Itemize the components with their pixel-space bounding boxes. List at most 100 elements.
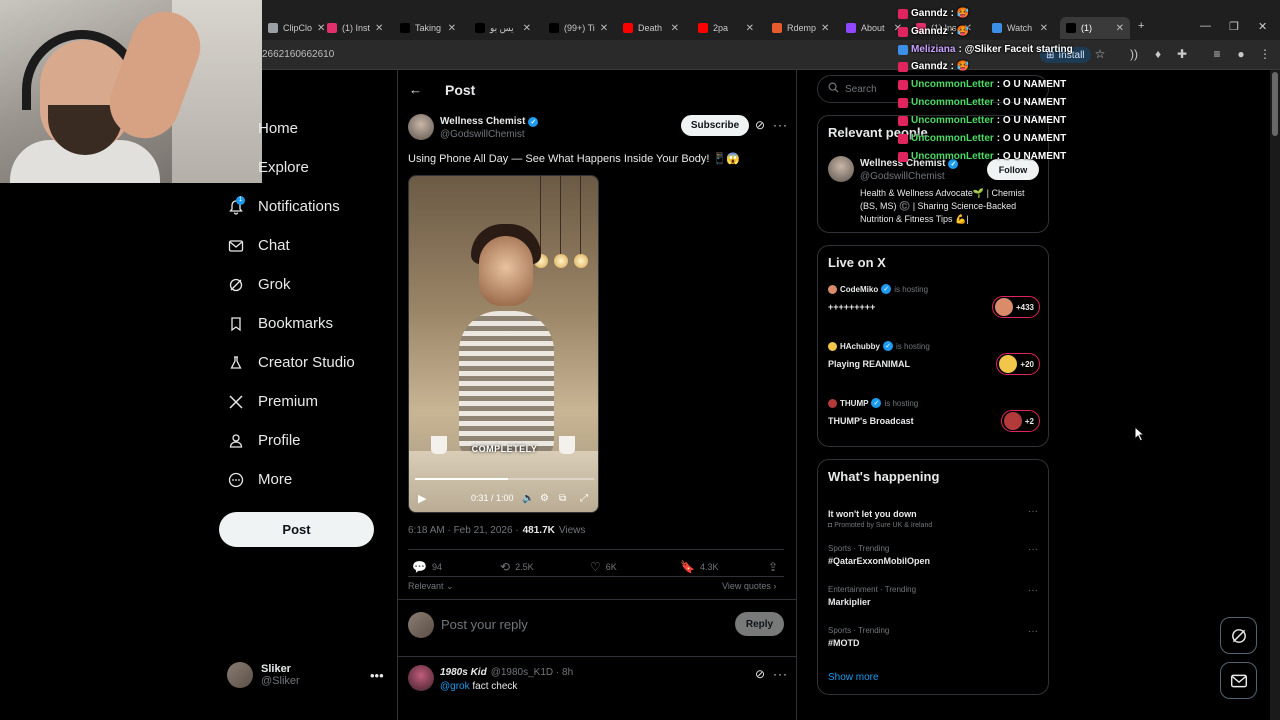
play-icon[interactable]: ▶ (418, 492, 426, 505)
nav-more[interactable]: More (228, 471, 292, 488)
reply-input[interactable]: Post your reply (441, 617, 528, 632)
browser-tab[interactable]: 2pa ✕ (692, 17, 760, 39)
minimize-button[interactable]: — (1200, 20, 1211, 32)
page-scrollbar[interactable] (1270, 70, 1280, 720)
author-avatar[interactable] (408, 114, 434, 140)
comment-more-icon[interactable]: ··· (773, 667, 788, 681)
fullscreen-icon[interactable]: ⤢ (580, 493, 588, 504)
video-player[interactable]: COMPLETELY ▶ 0:31 / 1:00 🔈 ⚙ ⧉ ⤢ (408, 175, 599, 513)
repost-action[interactable]: ⟲ 2.5K (500, 560, 534, 574)
verified-badge-icon: ✓ (883, 341, 893, 351)
reply-button[interactable]: Reply (735, 612, 784, 636)
trend-more-icon[interactable]: ··· (1028, 626, 1038, 637)
grok-explain-icon[interactable]: ⊘ (755, 118, 765, 132)
comment-author[interactable]: 1980s Kid @1980s_K1D · 8h (440, 667, 573, 678)
browser-tab[interactable]: ClipClo ✕ (262, 17, 330, 39)
post-button[interactable]: Post (219, 512, 374, 547)
nav-profile[interactable]: Profile (228, 432, 301, 449)
nav-home[interactable]: Home (258, 120, 298, 137)
author-handle[interactable]: @GodswillChemist (440, 129, 525, 140)
nav-explore[interactable]: Explore (258, 159, 309, 176)
trend-more-icon[interactable]: ··· (1028, 585, 1038, 596)
close-tab-icon[interactable]: ✕ (448, 23, 456, 34)
read-aloud-icon[interactable]: )) (1127, 47, 1141, 61)
close-tab-icon[interactable]: ✕ (523, 23, 531, 34)
chat-text: : O U NAMENT (996, 79, 1067, 90)
live-space-item[interactable]: THUMP ✓ is hosting THUMP's Broadcast +2 (828, 398, 1040, 442)
live-space-item[interactable]: HAchubby ✓ is hosting Playing REANIMAL +20 (828, 341, 1040, 385)
browser-tab[interactable]: Rdemp ✕ (766, 17, 834, 39)
close-tab-icon[interactable]: ✕ (1040, 23, 1048, 34)
close-tab-icon[interactable]: ✕ (375, 23, 383, 34)
subscribe-button[interactable]: Subscribe (681, 115, 749, 136)
nav-creator-studio[interactable]: Creator Studio (228, 354, 355, 371)
browser-tab[interactable]: (1) ✕ (1060, 17, 1130, 39)
account-more-icon[interactable]: ••• (370, 668, 384, 683)
grok-explain-icon[interactable]: ⊘ (755, 667, 765, 681)
follow-button[interactable]: Follow (987, 159, 1039, 180)
volume-icon[interactable]: 🔈 (522, 493, 534, 504)
nav-premium[interactable]: Premium (228, 393, 318, 410)
browser-tab[interactable]: (99+) Ti ✕ (543, 17, 611, 39)
settings-icon[interactable]: ⚙ (540, 493, 549, 504)
avatar[interactable] (828, 156, 854, 182)
messages-fab-button[interactable] (1220, 662, 1257, 699)
browser-tab[interactable]: Watch ✕ (986, 17, 1054, 39)
nav-creator-studio-label: Creator Studio (258, 354, 355, 371)
grok-fab-button[interactable] (1220, 617, 1257, 654)
profile-avatar-icon[interactable]: ● (1234, 47, 1248, 61)
live-space-item[interactable]: CodeMiko ✓ is hosting +++++++++ +433 (828, 284, 1040, 328)
view-quotes-link[interactable]: View quotes › (722, 581, 776, 591)
comment-avatar[interactable] (408, 665, 434, 691)
back-arrow-icon[interactable]: ← (409, 82, 422, 97)
search-icon (828, 82, 839, 96)
extension-icon[interactable]: ♦ (1151, 47, 1165, 61)
close-tab-icon[interactable]: ✕ (671, 23, 679, 34)
close-tab-icon[interactable]: ✕ (1116, 23, 1124, 34)
reply-action[interactable]: 💬 94 (412, 560, 442, 574)
browser-tab[interactable]: Death ✕ (617, 17, 685, 39)
restore-button[interactable]: ❐ (1229, 20, 1239, 33)
sort-replies-dropdown[interactable]: Relevant ⌄ (408, 581, 454, 592)
close-tab-icon[interactable]: ✕ (821, 23, 829, 34)
browser-menu-icon[interactable]: ⋮ (1258, 47, 1272, 61)
browser-tab[interactable]: (1) Inst ✕ (321, 17, 389, 39)
nav-bookmarks[interactable]: Bookmarks (228, 315, 333, 332)
url-text[interactable]: 2662160662610 (262, 49, 334, 60)
bookmark-icon: 🔖 (680, 560, 695, 574)
nav-chat[interactable]: Chat (228, 237, 290, 254)
picture-in-picture-icon[interactable]: ⧉ (559, 493, 566, 504)
close-window-button[interactable]: ✕ (1258, 20, 1267, 33)
share-action[interactable]: ⇪ (768, 560, 778, 574)
trend-item[interactable]: Sports · Trending #MOTD ··· (828, 626, 1040, 648)
close-tab-icon[interactable]: ✕ (600, 23, 608, 34)
author-name[interactable]: Wellness Chemist ✓ (440, 116, 539, 127)
trend-item[interactable]: Entertainment · Trending Markiplier ··· (828, 585, 1040, 607)
media-control-icon[interactable]: ≡ (1210, 47, 1224, 61)
live-host: THUMP ✓ is hosting (828, 398, 1040, 408)
like-action[interactable]: ♡ 6K (590, 560, 617, 574)
browser-tab[interactable]: يس بو ✕ (469, 17, 537, 39)
trend-item[interactable]: It won't let you down ◘ Promoted by Sure … (828, 506, 1040, 529)
nav-grok[interactable]: Grok (228, 276, 291, 293)
star-icon[interactable]: ☆ (1093, 47, 1107, 61)
trend-item[interactable]: Sports · Trending #QatarExxonMobilOpen ··· (828, 544, 1040, 566)
browser-tab[interactable]: Taking ✕ (394, 17, 462, 39)
puzzle-icon[interactable]: ✚ (1175, 47, 1189, 61)
bookmark-action[interactable]: 🔖 4.3K (680, 560, 718, 574)
post-time[interactable]: 6:18 AM · Feb 21, 2026 · (408, 525, 519, 536)
comment-mention[interactable]: @grok (440, 681, 470, 692)
account-switcher[interactable]: Sliker @Sliker (227, 662, 300, 688)
video-progress-bar[interactable] (415, 478, 594, 480)
post-more-icon[interactable]: ··· (773, 118, 788, 132)
chat-message: UncommonLetter: O U NAMENT (898, 79, 1066, 90)
scrollbar-thumb[interactable] (1272, 72, 1278, 136)
trend-more-icon[interactable]: ··· (1028, 544, 1038, 555)
trend-more-icon[interactable]: ··· (1028, 506, 1038, 517)
close-tab-icon[interactable]: ✕ (746, 23, 754, 34)
new-tab-button[interactable]: + (1138, 20, 1144, 32)
search-input[interactable]: Search (845, 84, 877, 95)
divider (408, 549, 784, 550)
person-handle[interactable]: @GodswillChemist (860, 171, 945, 182)
show-more-link[interactable]: Show more (828, 672, 879, 683)
